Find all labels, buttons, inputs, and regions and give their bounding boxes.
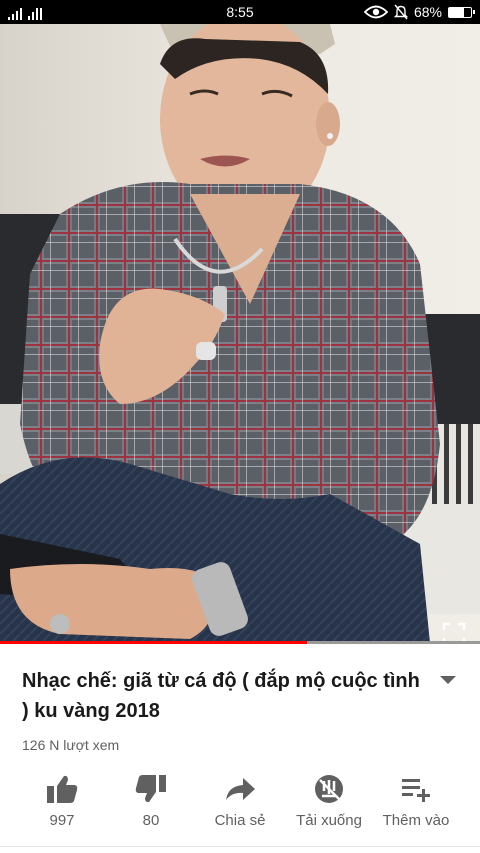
video-title: Nhạc chế: giã từ cá độ ( đắp mộ cuộc tìn…	[22, 670, 420, 722]
action-bar: 997 80 Chia sẻ Tải xuống Thêm vào	[0, 768, 480, 838]
eye-icon	[363, 5, 388, 19]
video-progress-fill	[0, 641, 308, 644]
dislike-count: 80	[142, 812, 160, 829]
video-frame	[0, 24, 480, 643]
divider	[0, 846, 480, 847]
download-icon	[315, 775, 343, 803]
view-count: 126 N lượt xem	[22, 737, 120, 753]
video-player[interactable]	[0, 24, 480, 643]
like-button[interactable]: 997	[17, 768, 107, 838]
add-to-playlist-button[interactable]: Thêm vào	[371, 768, 461, 838]
video-progress-bar[interactable]	[0, 641, 480, 644]
dislike-button[interactable]: 80	[106, 768, 196, 838]
battery-icon	[448, 6, 475, 18]
download-button[interactable]: Tải xuống	[284, 768, 374, 838]
thumbs-down-icon	[135, 775, 166, 803]
share-button[interactable]: Chia sẻ	[195, 768, 285, 838]
like-count: 997	[49, 812, 75, 829]
expand-description-icon[interactable]	[436, 672, 460, 688]
add-to-playlist-label: Thêm vào	[382, 812, 450, 829]
battery-percent: 68%	[413, 4, 442, 20]
share-icon	[226, 778, 255, 800]
status-bar: 8:55 68%	[0, 0, 480, 24]
fullscreen-icon[interactable]	[442, 622, 466, 643]
share-label: Chia sẻ	[214, 812, 266, 829]
thumbs-up-icon	[47, 775, 78, 803]
add-to-playlist-icon	[402, 779, 430, 802]
download-label: Tải xuống	[296, 812, 362, 829]
bell-muted-icon	[393, 4, 408, 20]
